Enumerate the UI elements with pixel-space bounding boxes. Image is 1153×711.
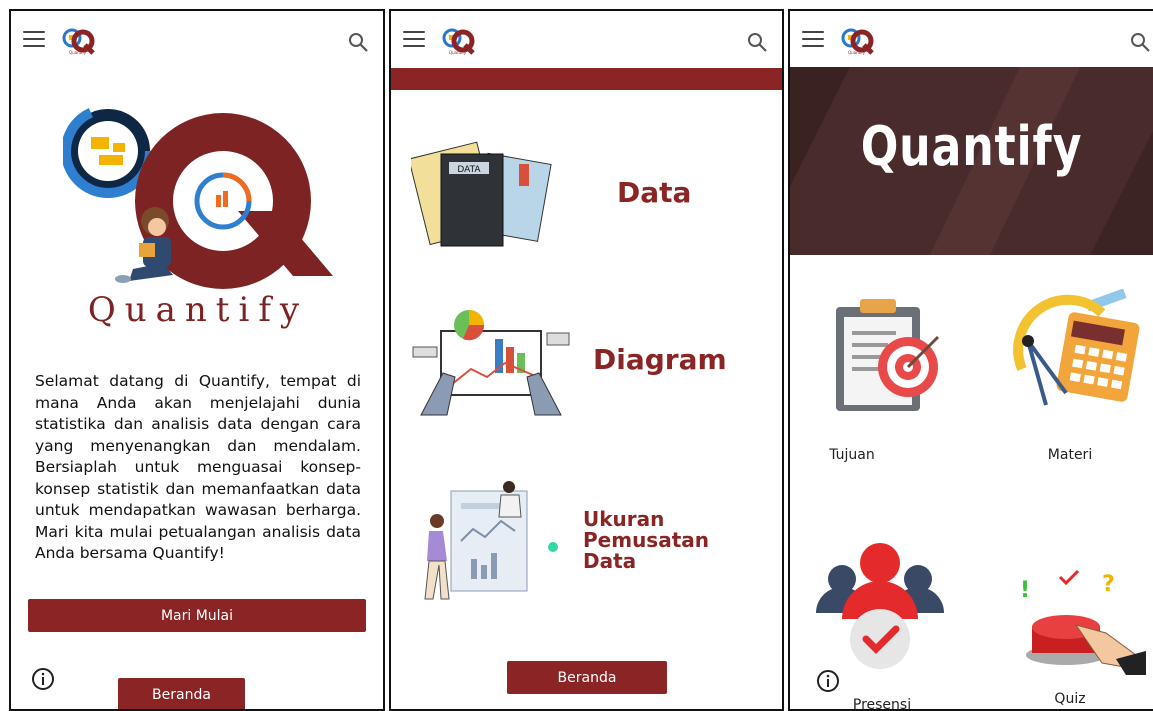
- menu-screen: Quantify DATA Data Diagram Ukuran Pemusa…: [389, 9, 784, 711]
- data-analysis-illustration-icon: [424, 481, 558, 600]
- search-icon[interactable]: [347, 31, 369, 53]
- banner-title: Quantify: [860, 115, 1083, 178]
- menu-item-label: Diagram: [593, 343, 727, 376]
- start-button[interactable]: Mari Mulai: [28, 599, 366, 632]
- app-bar: Quantify: [391, 11, 782, 67]
- hamburger-menu-icon[interactable]: [23, 31, 45, 47]
- hamburger-menu-icon[interactable]: [802, 31, 824, 47]
- tile-materi[interactable]: Materi: [990, 289, 1150, 469]
- tile-quiz[interactable]: ! ? Quiz: [990, 531, 1150, 709]
- menu-item-label: Data: [617, 176, 692, 209]
- app-logo-icon: Quantify: [62, 28, 95, 55]
- home-screen: Quantify Quantify Selamat datang di Quan…: [9, 9, 385, 711]
- home-button[interactable]: Beranda: [507, 661, 667, 694]
- svg-text:Quantify: Quantify: [88, 290, 308, 330]
- quantify-hero-logo: Quantify: [63, 104, 333, 330]
- search-icon[interactable]: [746, 31, 768, 53]
- calculator-tools-icon: [1013, 289, 1140, 406]
- header-strip: [391, 68, 782, 90]
- info-icon[interactable]: [31, 667, 55, 691]
- svg-text:Quantify: Quantify: [449, 50, 467, 55]
- tile-label: Materi: [1047, 447, 1093, 463]
- svg-text:DATA: DATA: [457, 165, 481, 175]
- app-logo-icon: Quantify: [442, 28, 475, 55]
- tile-label: Tujuan: [829, 447, 875, 463]
- tile-label: Presensi: [852, 697, 912, 711]
- svg-text:?: ?: [1102, 572, 1115, 597]
- svg-text:Quantify: Quantify: [848, 50, 866, 55]
- svg-text:!: !: [1020, 578, 1030, 603]
- menu-item-data[interactable]: DATA Data: [411, 136, 761, 256]
- welcome-text: Selamat datang di Quantify, tempat di ma…: [35, 372, 361, 562]
- home-button[interactable]: Beranda: [118, 678, 245, 709]
- data-folder-illustration-icon: DATA: [411, 141, 552, 247]
- clipboard-target-icon: [836, 299, 940, 411]
- tile-tujuan[interactable]: Tujuan: [800, 289, 960, 469]
- app-bar: Quantify: [11, 11, 383, 67]
- dashboard-screen: Quantify Quantify Tujuan Materi Presensi…: [788, 9, 1153, 711]
- menu-item-ukuran-pemusatan-data[interactable]: Ukuran Pemusatan Data: [411, 481, 761, 601]
- info-icon[interactable]: [816, 669, 840, 693]
- tile-label: Quiz: [1054, 691, 1086, 707]
- svg-text:Quantify: Quantify: [69, 50, 87, 55]
- quiz-buzzer-icon: ! ?: [1020, 569, 1146, 675]
- hero-banner: Quantify: [790, 67, 1153, 255]
- app-logo-icon: Quantify: [841, 28, 874, 55]
- attendance-group-icon: [816, 543, 944, 669]
- menu-item-diagram[interactable]: Diagram: [411, 303, 761, 423]
- menu-item-label: Ukuran Pemusatan Data: [583, 507, 709, 573]
- app-bar: Quantify: [790, 11, 1153, 67]
- hamburger-menu-icon[interactable]: [403, 31, 425, 47]
- diagram-tablet-illustration-icon: [412, 310, 570, 416]
- search-icon[interactable]: [1129, 31, 1151, 53]
